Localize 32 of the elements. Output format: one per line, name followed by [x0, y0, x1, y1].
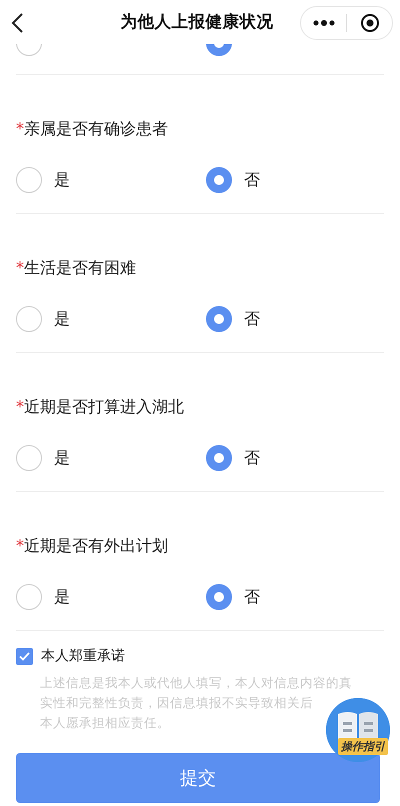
- option-label[interactable]: 是: [54, 448, 70, 468]
- radio-button[interactable]: [16, 584, 42, 610]
- close-icon[interactable]: [360, 13, 380, 33]
- option-label[interactable]: 是: [54, 308, 70, 330]
- radio-button[interactable]: [16, 167, 42, 193]
- question-label: 近期是否打算进入湖北: [24, 397, 184, 416]
- option-label[interactable]: 是: [54, 170, 70, 190]
- radio-button[interactable]: [16, 306, 42, 332]
- required-mark: *: [16, 536, 24, 555]
- required-mark: *: [16, 258, 24, 277]
- required-mark: *: [16, 119, 24, 138]
- pledge-label[interactable]: 本人郑重承诺: [41, 647, 125, 665]
- option-label[interactable]: 否: [244, 448, 260, 468]
- question-label: 生活是否有困难: [24, 258, 136, 277]
- checkbox[interactable]: [16, 648, 33, 664]
- question-label: 亲属是否有确诊患者: [24, 119, 168, 138]
- option-label[interactable]: 是: [54, 586, 70, 608]
- page-title: 为他人上报健康状况: [120, 11, 274, 33]
- option-label[interactable]: 否: [244, 586, 260, 608]
- required-mark: *: [16, 397, 24, 416]
- radio-button[interactable]: [206, 584, 232, 610]
- guide-label[interactable]: 操作指引: [338, 738, 388, 755]
- radio-button[interactable]: [16, 445, 42, 471]
- question-label: 近期是否有外出计划: [24, 536, 168, 555]
- radio-button[interactable]: [206, 445, 232, 471]
- check-icon: [19, 652, 30, 660]
- radio-button[interactable]: [206, 167, 232, 193]
- more-icon[interactable]: [312, 20, 334, 26]
- option-label[interactable]: 否: [244, 308, 260, 330]
- option-label[interactable]: 否: [244, 170, 260, 190]
- radio-button[interactable]: [206, 306, 232, 332]
- back-icon[interactable]: [10, 12, 24, 34]
